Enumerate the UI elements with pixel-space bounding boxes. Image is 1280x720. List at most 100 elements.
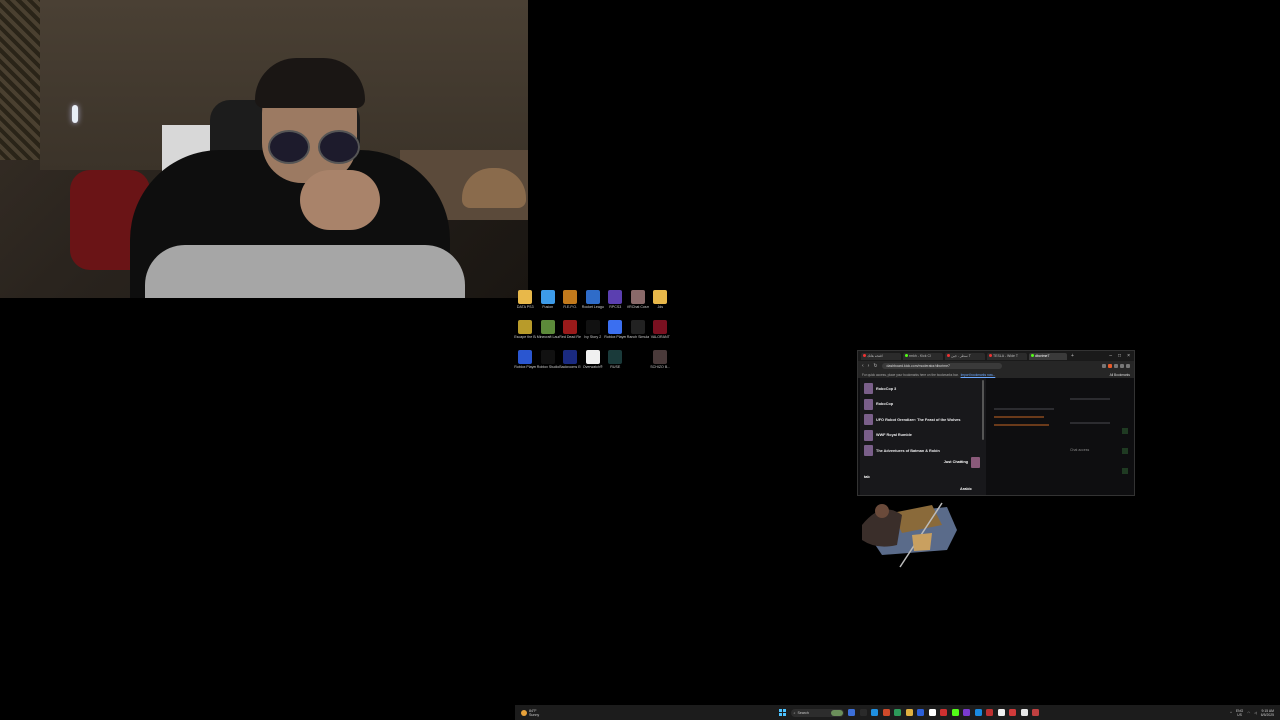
menu-icon[interactable] [1126, 364, 1130, 368]
language-region: US [1237, 712, 1242, 717]
desktop-icon[interactable]: Fusion [537, 290, 560, 320]
desktop-icon[interactable]: Ranch Simulator [627, 320, 650, 350]
task-view-icon[interactable] [848, 709, 855, 716]
language-indicator[interactable]: ENG US [1236, 709, 1243, 717]
category-option[interactable]: WWF Royal Rumble [864, 428, 980, 444]
desktop-icon[interactable]: RUSE [604, 350, 627, 380]
extension-icon[interactable] [1120, 364, 1124, 368]
browser-tab[interactable]: rmkh - Kick Cl [903, 352, 943, 360]
desktop-icon[interactable]: VRChat Cosmetic... [627, 290, 650, 320]
placeholder-line [994, 416, 1044, 418]
person-leg [145, 245, 465, 298]
app-icon[interactable] [986, 709, 993, 716]
category-thumbnail [864, 414, 873, 426]
curtain [0, 0, 40, 160]
desktop-icon[interactable]: RPCS3 [604, 290, 627, 320]
reload-icon[interactable]: ↻ [873, 363, 877, 369]
forward-icon[interactable]: › [868, 363, 870, 369]
desktop-icon[interactable]: Roblox Player [604, 320, 627, 350]
browser-tab[interactable]: dbcrime7 [1029, 352, 1067, 360]
minimize-icon[interactable]: – [1109, 353, 1112, 359]
desktop-icon[interactable]: Backrooms Escape T... [559, 350, 582, 380]
language-select[interactable]: Arabic [960, 487, 972, 491]
volume-icon[interactable]: ◁ [1254, 711, 1257, 715]
extension-icon[interactable] [1114, 364, 1118, 368]
desktop-icon[interactable]: Rocket League® [582, 290, 605, 320]
tab-label: dbcrime7 [1035, 353, 1050, 358]
kick-icon[interactable] [951, 709, 959, 716]
toggle[interactable] [1122, 468, 1128, 474]
app-icon[interactable] [894, 709, 901, 716]
desktop-icon[interactable]: Jds [649, 290, 672, 320]
rocket-league-icon [585, 290, 600, 304]
file-explorer-icon[interactable] [859, 709, 867, 716]
desktop-icon[interactable]: Roblox Studio [537, 350, 560, 380]
all-bookmarks[interactable]: All Bookmarks [1110, 373, 1130, 377]
category-option[interactable]: RoboCop 3 [864, 381, 980, 397]
discord-icon[interactable] [963, 709, 970, 716]
chevron-up-icon[interactable]: ^ [1230, 711, 1232, 715]
selected-category-label: Just Chatting [943, 460, 968, 464]
maximize-icon[interactable]: □ [1118, 353, 1121, 359]
steam-icon[interactable] [997, 709, 1005, 716]
browser-tab[interactable]: سطر - جين T [945, 352, 985, 360]
app-icon[interactable] [1009, 709, 1016, 716]
import-bookmarks-link[interactable]: Import bookmarks now... [961, 373, 996, 377]
start-button[interactable] [779, 709, 786, 716]
category-dropdown[interactable]: RoboCop 3 RoboCop UFO Robot Grendizer: The… [860, 378, 986, 495]
scrollbar[interactable] [982, 380, 984, 440]
desktop-icon[interactable]: DATA PS3 [514, 290, 537, 320]
backrooms-escape-icon [563, 350, 578, 364]
app-icon[interactable] [882, 709, 890, 716]
new-tab-icon[interactable]: + [1071, 353, 1074, 359]
category-label: RoboCop 3 [876, 386, 897, 391]
desktop-icon-label: Ranch Simulator [626, 335, 649, 339]
weather-widget[interactable]: 84°F Sunny [515, 709, 581, 717]
schizo-game-icon [653, 350, 668, 364]
toggle[interactable] [1122, 448, 1128, 454]
category-option[interactable]: UFO Robot Grendizer: The Feast of the Wo… [864, 412, 980, 428]
desktop-icon [627, 350, 650, 380]
file-folder-icon[interactable] [905, 709, 913, 716]
clock-date: 6/5/2025 [1260, 712, 1274, 717]
desktop-icon[interactable]: Overwatch® [582, 350, 605, 380]
bookmarks-prompt: For quick access, place your bookmarks h… [862, 372, 959, 377]
app-icon[interactable] [940, 709, 947, 716]
browser-window[interactable]: افتحه هاتك rmkh - Kick Cl سطر - جين T TESLA… [857, 350, 1135, 496]
kick-dashboard-page: RoboCop 3 RoboCop UFO Robot Grendizer: The… [858, 378, 1134, 495]
url-field[interactable]: dashboard.kick.com/moderator/dbcrime7 [881, 363, 1002, 369]
category-option[interactable]: RoboCop [864, 397, 980, 413]
app-icon[interactable] [974, 709, 982, 716]
desktop-icon-label: Fusion [542, 305, 554, 309]
desktop-icon[interactable]: Escape the Backrooms [514, 320, 537, 350]
desktop-icon[interactable]: Red Dead Redemption [559, 320, 582, 350]
extension-icon[interactable] [1102, 364, 1106, 368]
wifi-icon[interactable]: ◠ [1247, 711, 1250, 715]
desktop-icon-label: Backrooms Escape T... [559, 365, 581, 369]
browser-tab[interactable]: TESLA - Wide T [987, 352, 1027, 360]
extension-icon[interactable] [1108, 364, 1112, 368]
valorant-icon [653, 320, 668, 334]
desktop-icon[interactable]: SCHIZO B... [649, 350, 672, 380]
ruse-icon [608, 350, 623, 364]
desktop-icon[interactable]: Minecraft Launcher [537, 320, 560, 350]
desktop-icon[interactable]: VALORANT [649, 320, 672, 350]
app-icon[interactable] [1020, 709, 1028, 716]
back-icon[interactable]: ‹ [862, 363, 864, 369]
category-label: UFO Robot Grendizer: The Feast of the Wo… [876, 417, 961, 422]
clock[interactable]: 9:15 AM 6/5/2025 [1261, 709, 1274, 717]
chrome-icon[interactable] [928, 709, 936, 716]
toggle[interactable] [1122, 428, 1128, 434]
desktop-icon-label: Roblox Player [604, 335, 627, 339]
desktop-icon[interactable]: Ivy Story 2 [582, 320, 605, 350]
app-icon[interactable] [917, 709, 924, 716]
browser-tab[interactable]: افتحه هاتك [861, 352, 901, 360]
edge-icon[interactable] [871, 709, 878, 716]
desktop-icon[interactable]: Roblox Player [514, 350, 537, 380]
vrchat-icon [630, 290, 645, 304]
desktop-icon[interactable]: R.E.P.O. [559, 290, 582, 320]
close-icon[interactable]: × [1127, 353, 1130, 359]
selected-category[interactable]: Just Chatting [870, 456, 980, 468]
search-box[interactable]: ⌕ Search [790, 708, 844, 717]
app-icon[interactable] [1032, 709, 1039, 716]
